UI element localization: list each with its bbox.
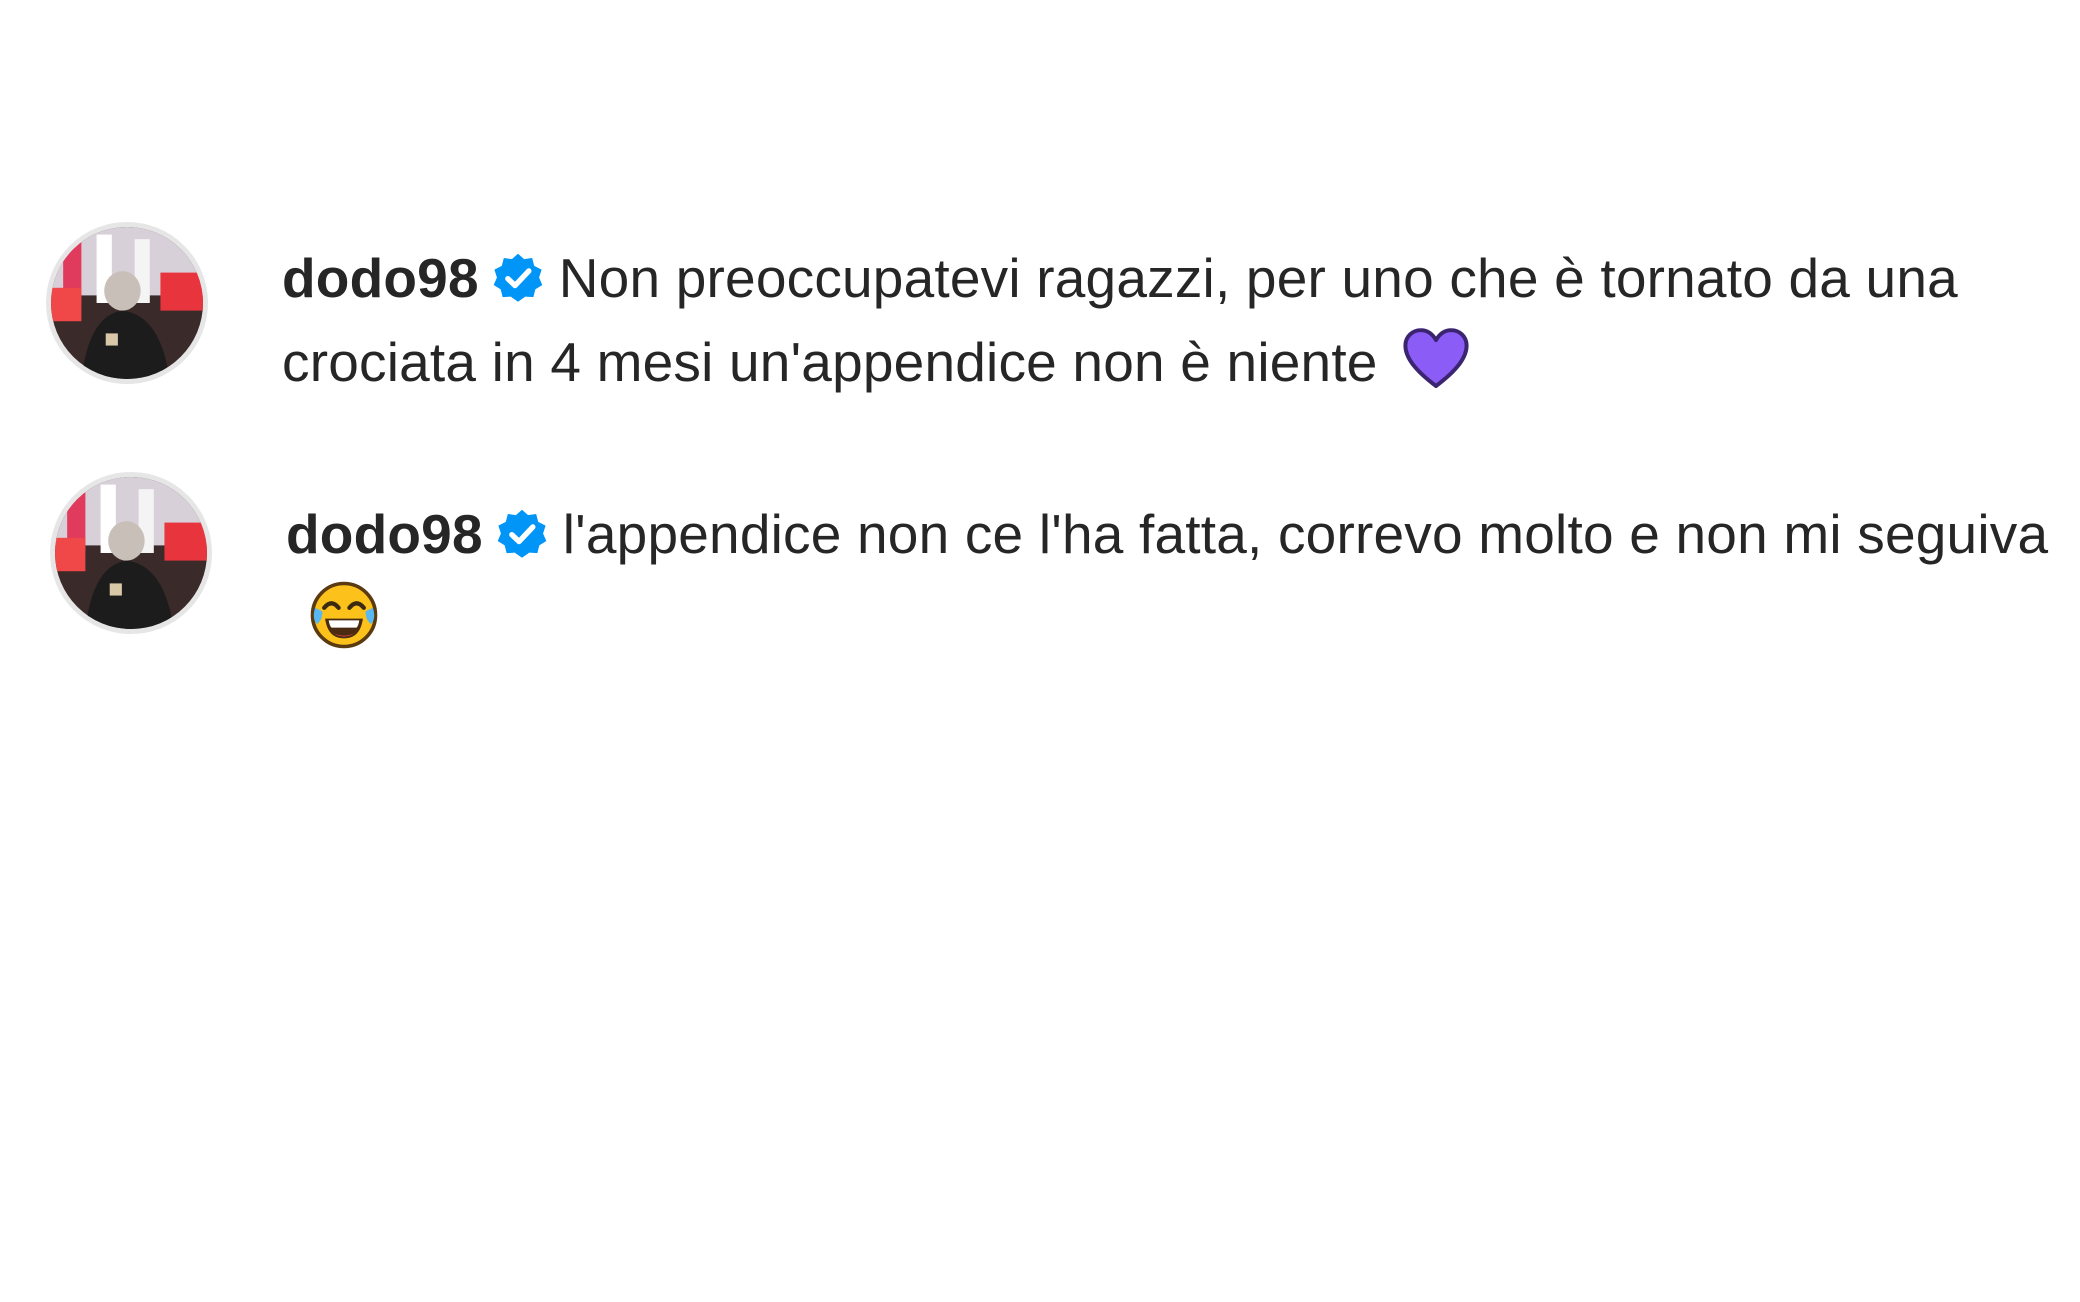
comment-text-block: dodo98 Non preoccupatevi ragazzi, per uno… (282, 236, 2062, 404)
avatar[interactable] (50, 472, 212, 634)
avatar-image (55, 477, 207, 629)
purple-heart-icon (1400, 323, 1472, 395)
comment-text: l'appendice non ce l'ha fatta, correvo m… (562, 503, 2049, 565)
avatar-image (51, 227, 203, 379)
verified-badge-icon (495, 507, 549, 561)
verified-badge-icon (491, 251, 545, 305)
tears-of-joy-icon (308, 579, 380, 651)
username-link[interactable]: dodo98 (286, 503, 483, 565)
username-link[interactable]: dodo98 (282, 247, 479, 309)
avatar[interactable] (46, 222, 208, 384)
comment-text-block: dodo98 l'appendice non ce l'ha fatta, cor… (286, 492, 2066, 660)
